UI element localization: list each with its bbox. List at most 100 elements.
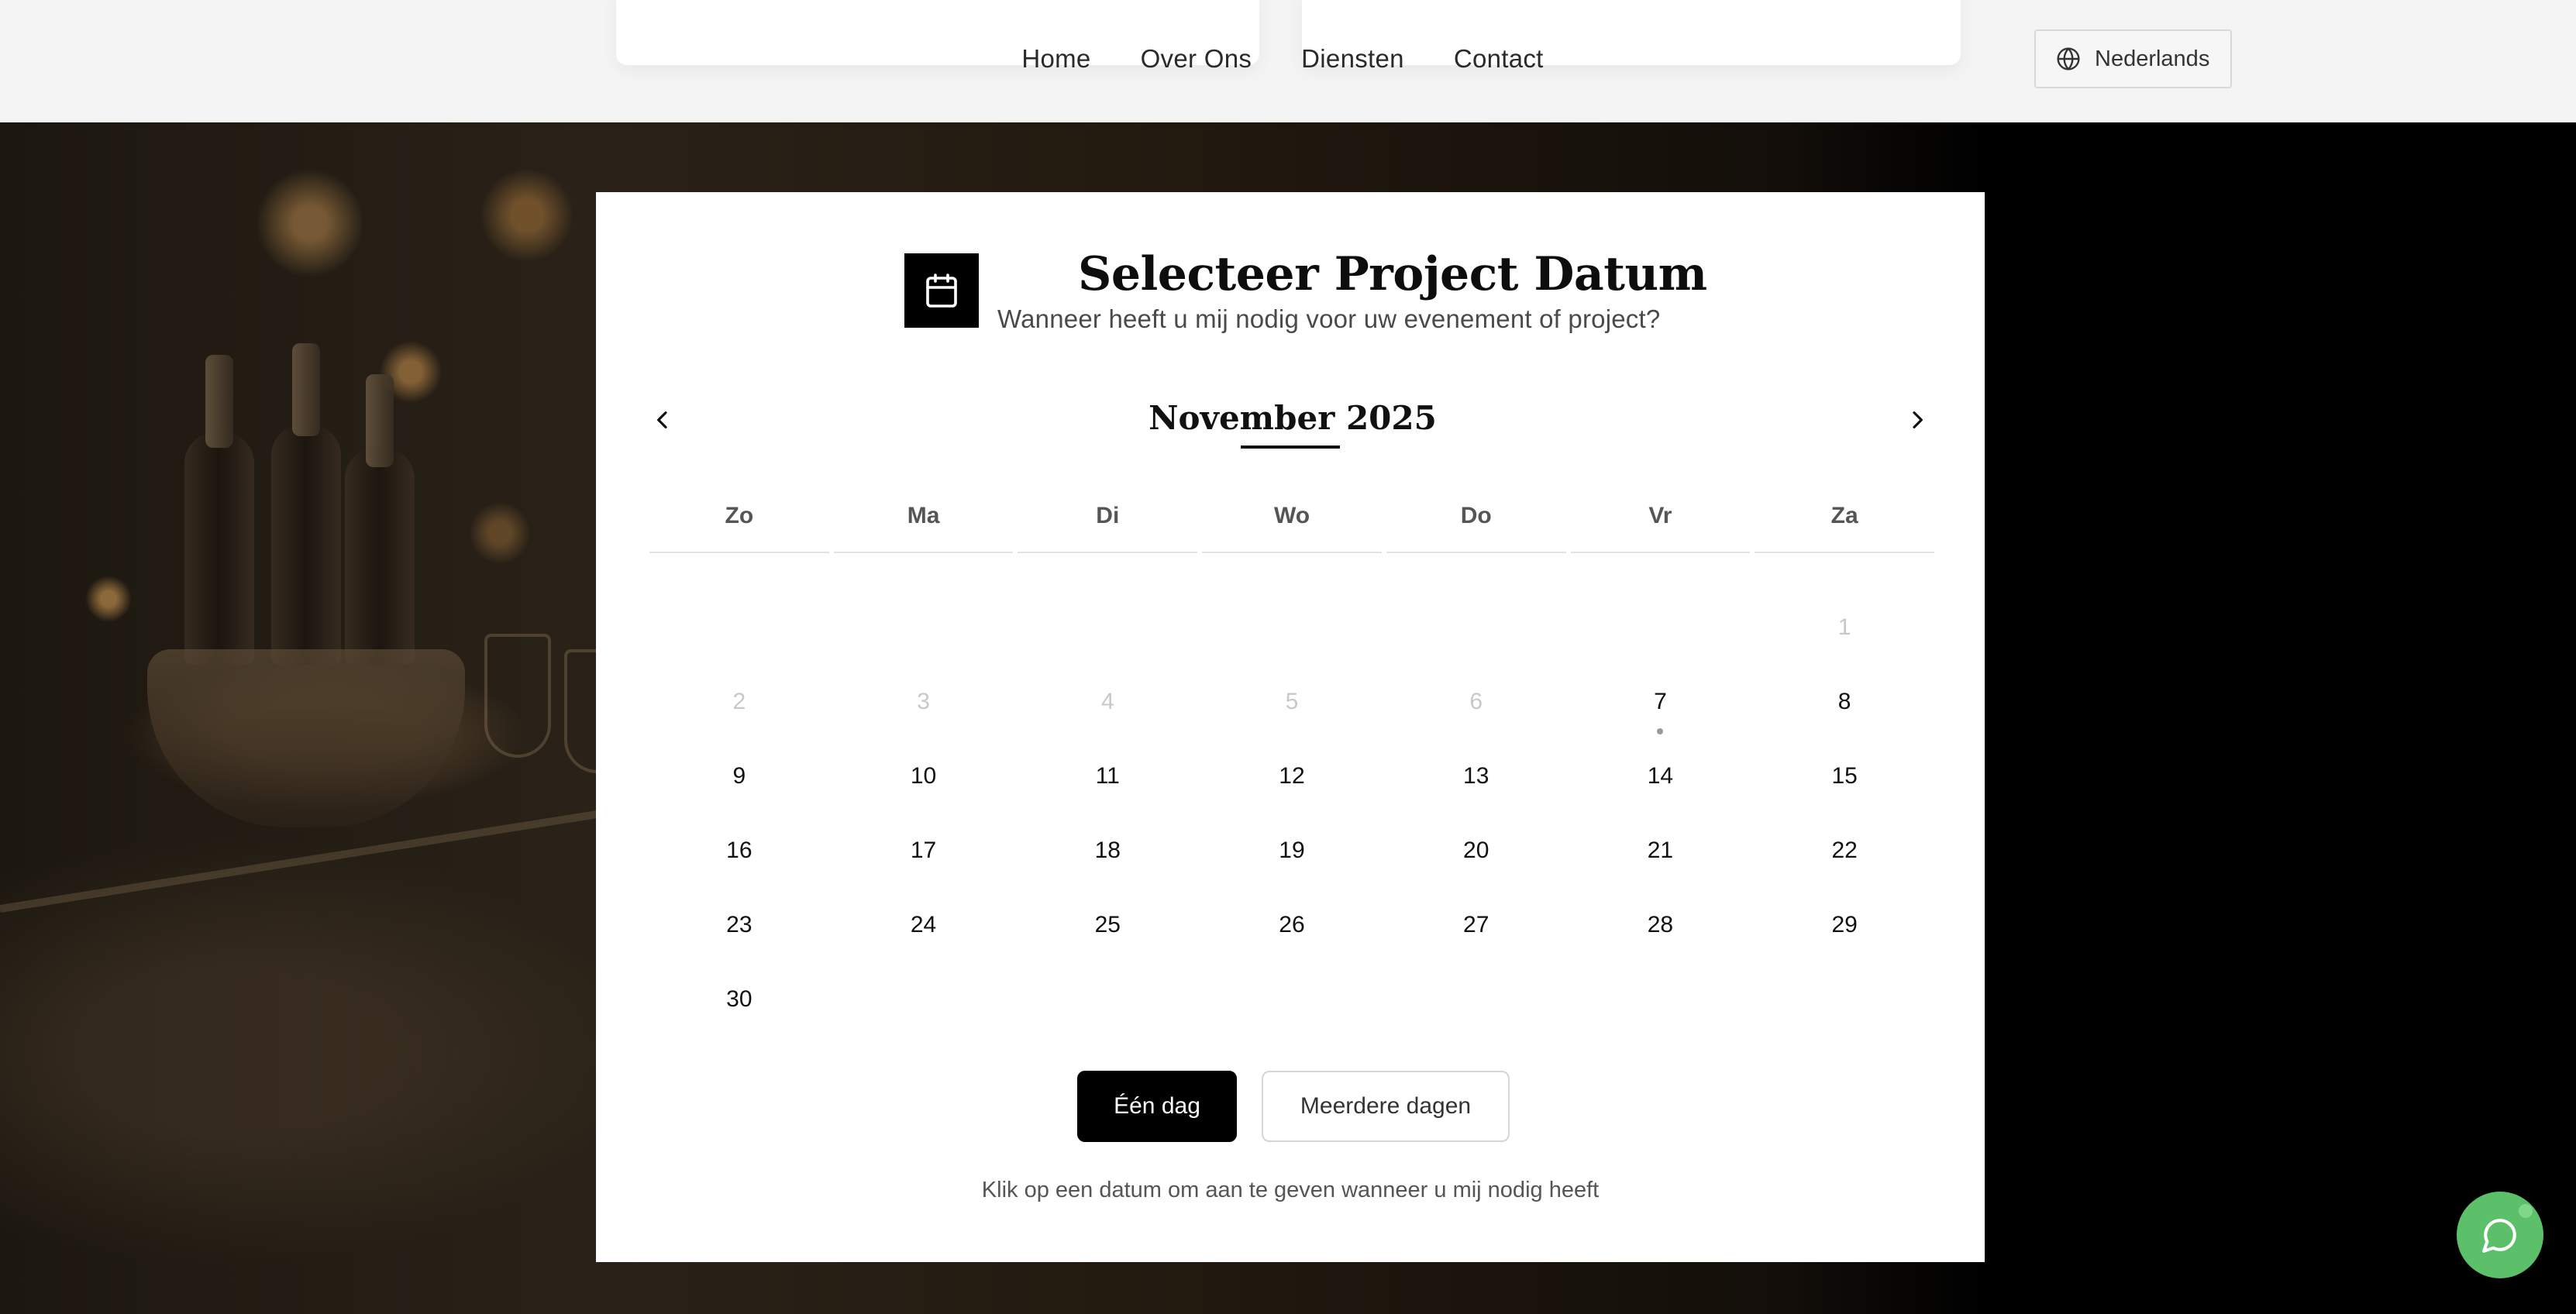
calendar-day-number: 27: [1463, 912, 1489, 937]
calendar-day[interactable]: 24: [832, 893, 1016, 967]
calendar-day[interactable]: 23: [647, 893, 832, 967]
calendar-day[interactable]: 28: [1569, 893, 1753, 967]
calendar-day[interactable]: 14: [1569, 744, 1753, 818]
calendar-empty-cell: [1569, 595, 1753, 669]
calendar-day[interactable]: 12: [1200, 744, 1384, 818]
calendar-day[interactable]: 18: [1015, 818, 1200, 893]
champagne-glass: [484, 634, 551, 758]
calendar-day-number: 25: [1094, 912, 1121, 937]
calendar-day: 4: [1015, 669, 1200, 744]
calendar-day-number: 28: [1647, 912, 1674, 937]
calendar-day[interactable]: 29: [1752, 893, 1937, 967]
calendar-day[interactable]: 15: [1752, 744, 1937, 818]
champagne-bottle-neck: [292, 343, 320, 436]
calendar-day: 6: [1384, 669, 1569, 744]
calendar-day[interactable]: 26: [1200, 893, 1384, 967]
calendar-day-number: 15: [1831, 763, 1858, 789]
calendar-day[interactable]: 25: [1015, 893, 1200, 967]
calendar-day-number: 24: [910, 912, 937, 937]
page-title: Selecteer Project Datum: [1078, 247, 1707, 301]
calendar-icon: [926, 273, 957, 308]
champagne-bottle-neck: [366, 374, 394, 467]
helper-text: Klik op een datum om aan te geven wannee…: [981, 1178, 1600, 1202]
calendar-day-number: 18: [1094, 838, 1121, 863]
calendar-day-number: 6: [1469, 689, 1483, 714]
calendar-empty-cell: [1384, 595, 1569, 669]
champagne-bottle-neck: [205, 355, 233, 448]
single-day-button[interactable]: Één dag: [1077, 1071, 1237, 1142]
calendar-day-number: 5: [1285, 689, 1299, 714]
calendar-day-number: 2: [732, 689, 746, 714]
language-label: Nederlands: [2095, 46, 2210, 71]
calendar-day[interactable]: 22: [1752, 818, 1937, 893]
nav-link-diensten[interactable]: Diensten: [1301, 34, 1404, 84]
ice-bucket: [147, 649, 465, 827]
calendar-day-number: 23: [726, 912, 752, 937]
calendar-empty-cell: [1015, 595, 1200, 669]
calendar-day[interactable]: 10: [832, 744, 1016, 818]
calendar-day[interactable]: 30: [647, 967, 832, 1041]
calendar-day[interactable]: 20: [1384, 818, 1569, 893]
calendar-day-number: 10: [910, 763, 937, 789]
calendar-day-number: 16: [726, 838, 752, 863]
calendar-day[interactable]: 13: [1384, 744, 1569, 818]
weekday-label: Wo: [1202, 496, 1382, 553]
weekday-label: Za: [1755, 496, 1934, 553]
champagne-bottle: [271, 425, 341, 665]
calendar-day[interactable]: 7: [1569, 669, 1753, 744]
nav-link-home[interactable]: Home: [1021, 34, 1090, 84]
calendar-day-number: 11: [1095, 763, 1120, 789]
weekday-label: Zo: [649, 496, 829, 553]
calendar-day[interactable]: 19: [1200, 818, 1384, 893]
calendar-day-number: 20: [1463, 838, 1489, 863]
calendar-day-number: 13: [1463, 763, 1489, 789]
globe-icon: [2057, 47, 2080, 71]
calendar-day-number: 26: [1279, 912, 1305, 937]
calendar-day[interactable]: 9: [647, 744, 832, 818]
calendar-day-number: 19: [1279, 838, 1305, 863]
month-underline: [1241, 445, 1340, 449]
calendar-day-grid: 1 2 3 4 5 6 7 8 9 10 11 12 13 14 15 16 17 18 19 20 21 22 23 24 2…: [647, 595, 1937, 1041]
nav-link-contact[interactable]: Contact: [1454, 34, 1544, 84]
multiple-days-button[interactable]: Meerdere dagen: [1262, 1071, 1510, 1142]
calendar-empty-cell: [832, 595, 1016, 669]
calendar-day[interactable]: 11: [1015, 744, 1200, 818]
calendar-day-number: 17: [910, 838, 937, 863]
calendar-day[interactable]: 27: [1384, 893, 1569, 967]
weekday-label: Di: [1018, 496, 1198, 553]
calendar-day[interactable]: 8: [1752, 669, 1937, 744]
champagne-bottle: [345, 448, 415, 665]
weekday-label: Ma: [833, 496, 1014, 553]
site-header: Home Over Ons Diensten Contact Nederland…: [0, 0, 2576, 122]
calendar-day[interactable]: 21: [1569, 818, 1753, 893]
calendar-day-number: 1: [1837, 614, 1851, 640]
calendar-day-number: 22: [1831, 838, 1858, 863]
calendar-day: 1: [1752, 595, 1937, 669]
language-selector[interactable]: Nederlands: [2034, 29, 2232, 88]
calendar-day: 3: [832, 669, 1016, 744]
calendar-day-number: 12: [1279, 763, 1305, 789]
calendar-empty-cell: [647, 595, 832, 669]
calendar-day[interactable]: 16: [647, 818, 832, 893]
weekday-header: Zo Ma Di Wo Do Vr Za: [647, 496, 1937, 553]
calendar-day-number: 30: [726, 986, 752, 1012]
page-subtitle: Wanneer heeft u mij nodig voor uw evenem…: [997, 304, 1661, 333]
weekday-label: Vr: [1570, 496, 1751, 553]
calendar-day-number: 4: [1100, 689, 1114, 714]
calendar-day-number: 7: [1654, 689, 1667, 714]
calendar-empty-cell: [1200, 595, 1384, 669]
chat-button[interactable]: [2457, 1192, 2543, 1278]
month-label: November 2025: [1149, 399, 1437, 437]
calendar-day[interactable]: 17: [832, 818, 1016, 893]
champagne-bottle: [184, 432, 254, 665]
next-month-button[interactable]: [1896, 398, 1939, 442]
chat-indicator: [2519, 1204, 2533, 1218]
calendar-day-number: 14: [1647, 763, 1674, 789]
calendar-day-number: 9: [732, 763, 746, 789]
calendar-day-number: 8: [1837, 689, 1851, 714]
nav-link-over-ons[interactable]: Over Ons: [1141, 34, 1252, 84]
today-indicator-dot: [1657, 728, 1664, 734]
chat-bubble-icon: [2482, 1219, 2516, 1253]
date-picker-card: Selecteer Project Datum Wanneer heeft u …: [596, 192, 1985, 1262]
calendar-day-number: 29: [1831, 912, 1858, 937]
